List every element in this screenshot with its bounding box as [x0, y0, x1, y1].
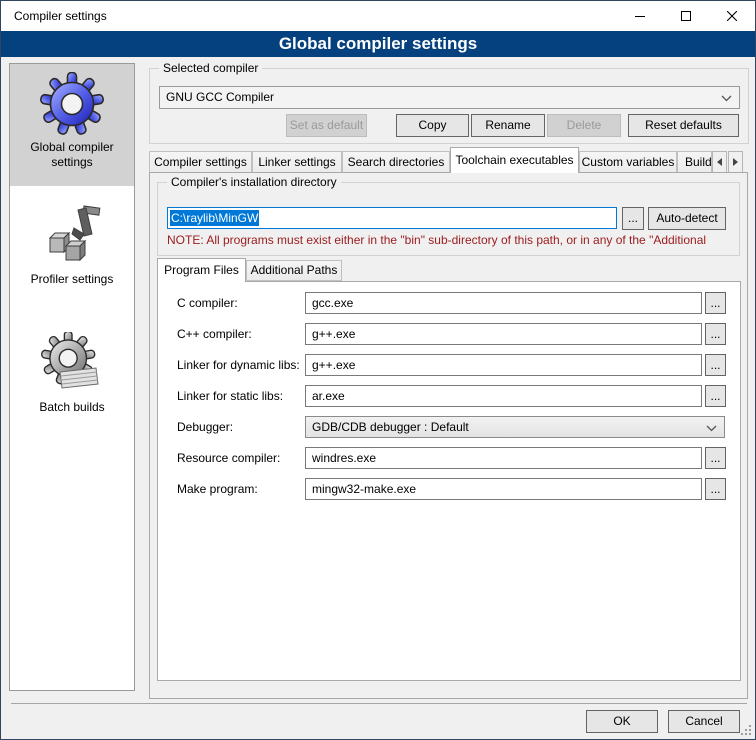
footer-divider [11, 703, 747, 704]
copy-button[interactable]: Copy [396, 114, 469, 137]
make-program-input[interactable]: mingw32-make.exe [305, 478, 702, 500]
close-button[interactable] [709, 1, 755, 30]
tab-custom-variables[interactable]: Custom variables [579, 151, 677, 173]
browse-button-linker-for-dynamic-libs[interactable]: ... [705, 354, 726, 376]
auto-detect-button[interactable]: Auto-detect [648, 207, 726, 230]
tab-search-directories[interactable]: Search directories [342, 151, 450, 173]
linker-for-dynamic-libs-value: g++.exe [312, 358, 355, 372]
settings-sidebar: Global compiler settings Profiler setting… [9, 63, 135, 691]
browse-button-linker-for-static-libs[interactable]: ... [705, 385, 726, 407]
sidebar-item-batch-builds[interactable]: Batch builds [10, 324, 134, 436]
maximize-button[interactable] [663, 1, 709, 30]
titlebar: Compiler settings [1, 1, 755, 31]
resource-compiler-value: windres.exe [312, 451, 376, 465]
tab-scroll-left-button[interactable] [712, 151, 727, 173]
delete-button: Delete [547, 114, 621, 137]
chevron-down-icon [721, 95, 732, 102]
field-label-linker-for-static-libs: Linker for static libs: [177, 385, 303, 407]
scroll-left-icon [717, 158, 722, 166]
window-title: Compiler settings [14, 1, 107, 31]
browse-button-resource-compiler[interactable]: ... [705, 447, 726, 469]
reset-defaults-button[interactable]: Reset defaults [628, 114, 739, 137]
cancel-button[interactable]: Cancel [668, 710, 740, 733]
profiler-caliper-icon [40, 204, 104, 268]
c-compiler-input[interactable]: gcc.exe [305, 292, 702, 314]
browse-button-make-program[interactable]: ... [705, 478, 726, 500]
installation-directory-group-label: Compiler's installation directory [167, 175, 341, 189]
selected-compiler-group-label: Selected compiler [159, 61, 262, 75]
c-compiler-value: g++.exe [312, 327, 355, 341]
compiler-select-value: GNU GCC Compiler [166, 90, 274, 104]
sidebar-item-label: Global compiler settings [10, 138, 134, 178]
c-compiler-input[interactable]: g++.exe [305, 323, 702, 345]
field-label-c-compiler: C compiler: [177, 292, 303, 314]
maximize-icon [681, 11, 691, 21]
tab-toolchain-executables[interactable]: Toolchain executables [450, 147, 579, 173]
chevron-down-icon [706, 425, 717, 432]
browse-directory-button[interactable]: ... [622, 207, 644, 230]
sidebar-item-global-compiler-settings[interactable]: Global compiler settings [10, 64, 134, 186]
c-compiler-value: gcc.exe [312, 296, 353, 310]
installation-directory-group: Compiler's installation directory C:\ray… [157, 182, 740, 256]
tab-linker-settings[interactable]: Linker settings [252, 151, 342, 173]
minimize-button[interactable] [617, 1, 663, 30]
resource-compiler-input[interactable]: windres.exe [305, 447, 702, 469]
sidebar-item-profiler-settings[interactable]: Profiler settings [10, 196, 134, 308]
field-label-debugger: Debugger: [177, 416, 303, 438]
program-files-panel: C compiler: gcc.exe... C++ compiler: g++.ex… [157, 281, 741, 681]
set-as-default-button: Set as default [286, 114, 367, 137]
compiler-settings-window: Compiler settings Global compiler settin… [0, 0, 756, 740]
resize-grip[interactable] [741, 725, 751, 735]
sidebar-item-label: Batch builds [10, 398, 134, 423]
debugger-select[interactable]: GDB/CDB debugger : Default [305, 416, 725, 438]
gear-blue-icon [40, 72, 104, 136]
batch-builds-icon [40, 332, 104, 396]
resize-grip-dots [749, 733, 751, 735]
debugger-value: GDB/CDB debugger : Default [312, 420, 469, 434]
ok-button[interactable]: OK [586, 710, 658, 733]
dialog-header: Global compiler settings [1, 31, 755, 57]
browse-button-c-compiler[interactable]: ... [705, 292, 726, 314]
subtab-additional-paths[interactable]: Additional Paths [246, 260, 342, 281]
tab-build-options[interactable]: Build options [677, 151, 712, 173]
tab-compiler-settings[interactable]: Compiler settings [149, 151, 252, 173]
browse-button-c-compiler[interactable]: ... [705, 323, 726, 345]
field-label-resource-compiler: Resource compiler: [177, 447, 303, 469]
installation-directory-input[interactable]: C:\raylib\MinGW [167, 207, 617, 229]
compiler-select[interactable]: GNU GCC Compiler [159, 86, 740, 109]
field-label-linker-for-dynamic-libs: Linker for dynamic libs: [177, 354, 303, 376]
bin-subdirectory-note: NOTE: All programs must exist either in … [167, 233, 733, 247]
tab-scroll-right-button[interactable] [728, 151, 743, 173]
field-label-make-program: Make program: [177, 478, 303, 500]
minimize-icon [635, 11, 645, 21]
subtab-program-files[interactable]: Program Files [157, 258, 246, 282]
scroll-right-icon [733, 158, 738, 166]
close-icon [727, 11, 737, 21]
field-label-c-compiler: C++ compiler: [177, 323, 303, 345]
sidebar-item-label: Profiler settings [10, 270, 134, 295]
linker-for-dynamic-libs-input[interactable]: g++.exe [305, 354, 702, 376]
installation-directory-value: C:\raylib\MinGW [170, 210, 259, 226]
linker-for-static-libs-value: ar.exe [312, 389, 345, 403]
make-program-value: mingw32-make.exe [312, 482, 416, 496]
linker-for-static-libs-input[interactable]: ar.exe [305, 385, 702, 407]
rename-button[interactable]: Rename [471, 114, 545, 137]
